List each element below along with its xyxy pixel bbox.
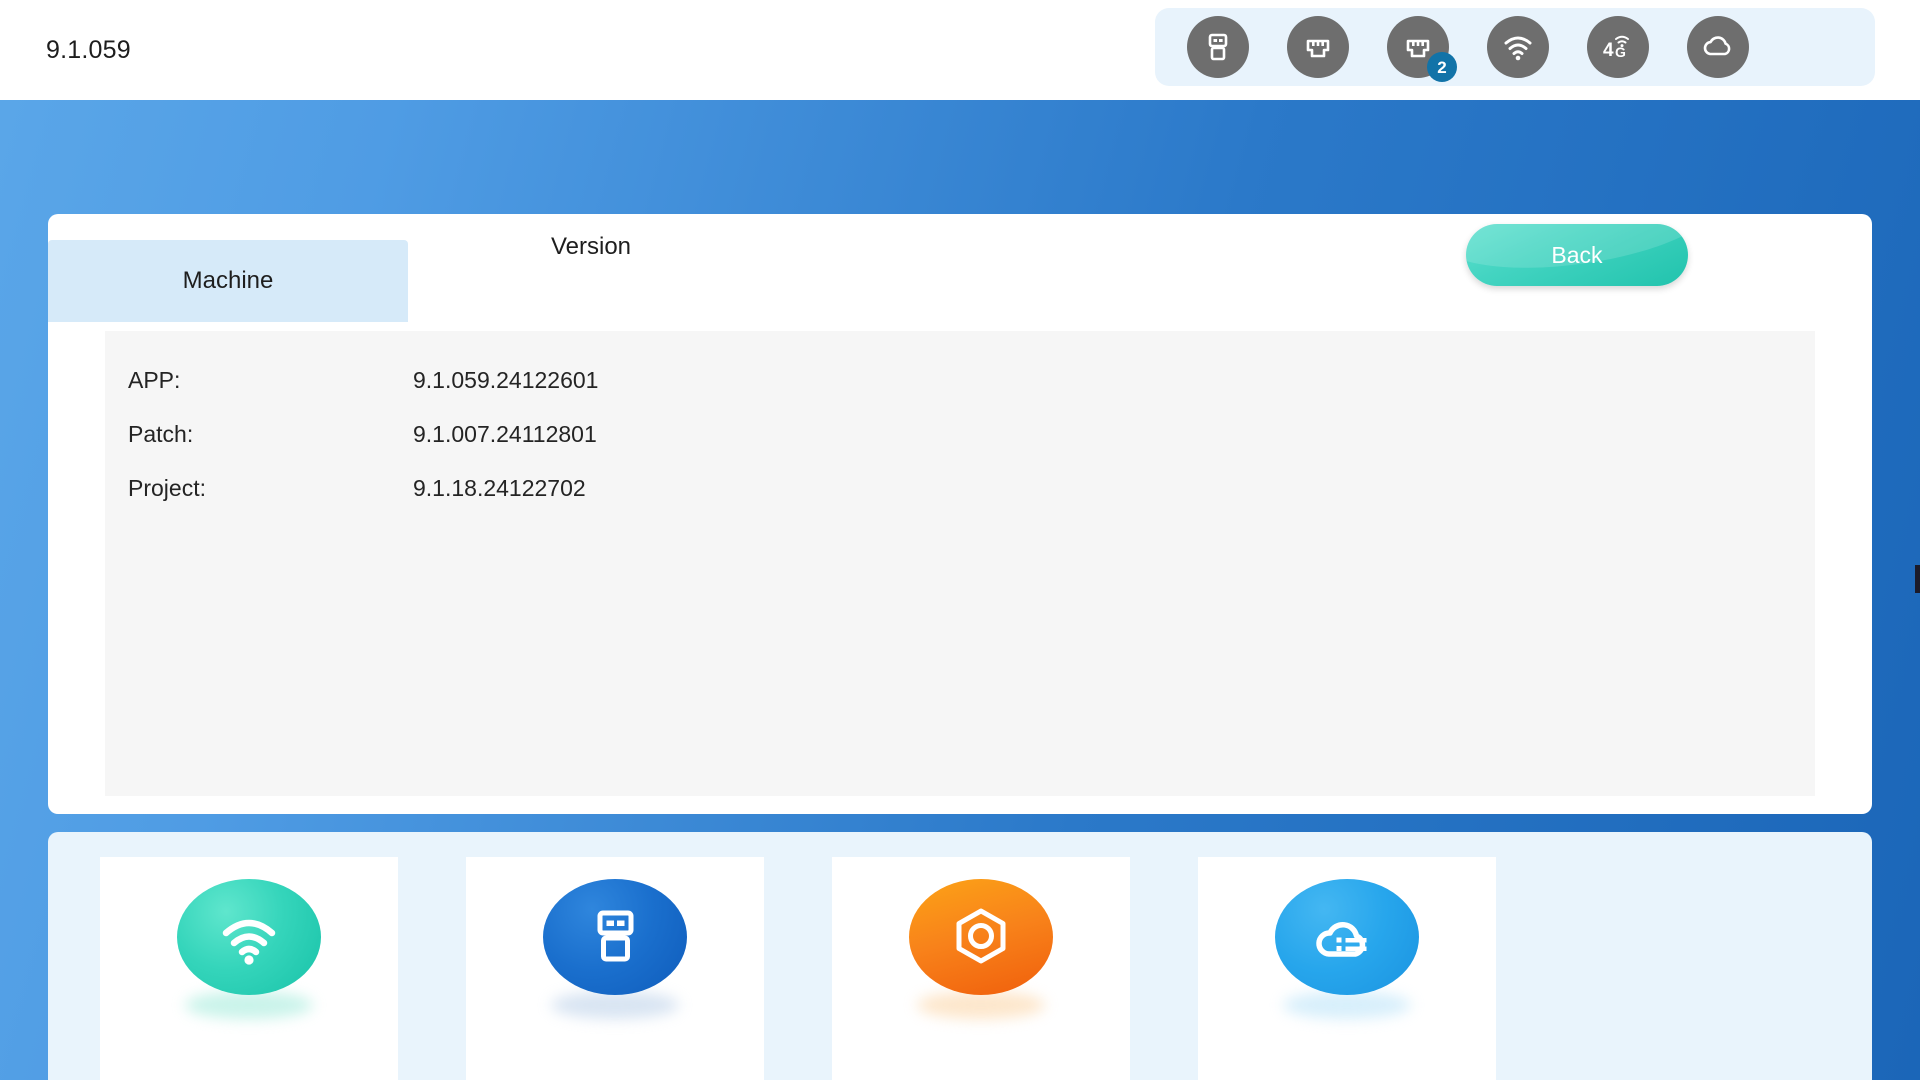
cloud-icon[interactable]: [1687, 16, 1749, 78]
nav-tile-cloud[interactable]: Cloud: [1198, 857, 1496, 1080]
usb-icon[interactable]: [1187, 16, 1249, 78]
version-info-panel: APP: 9.1.059.24122601 Patch: 9.1.007.241…: [105, 331, 1815, 796]
ethernet-2-icon[interactable]: 2: [1387, 16, 1457, 82]
version-info-rows: APP: 9.1.059.24122601 Patch: 9.1.007.241…: [128, 353, 598, 515]
info-key: APP:: [128, 366, 181, 393]
nav-tile-update[interactable]: Update: [466, 857, 764, 1080]
tab-machine-label: Machine: [182, 267, 274, 294]
network-icon-wrap: [174, 875, 324, 1019]
wifi-icon[interactable]: [1487, 16, 1549, 78]
cloud-icon-wrap: [1272, 875, 1422, 1019]
tab-machine[interactable]: Machine: [48, 240, 408, 322]
info-value: 9.1.007.24112801: [413, 420, 597, 447]
update-icon-wrap: [540, 875, 690, 1019]
info-key: Patch:: [128, 420, 194, 447]
ethernet-icon[interactable]: [1287, 16, 1349, 78]
info-value: 9.1.18.24122702: [413, 474, 586, 501]
info-row-patch: Patch: 9.1.007.24112801: [128, 407, 598, 461]
bottom-nav-panel: Network Update: [48, 832, 1872, 1080]
tab-version[interactable]: Version: [408, 217, 774, 322]
back-button[interactable]: Back: [1466, 224, 1688, 286]
top-bar: 9.1.059 2 4 G: [0, 0, 1920, 100]
svg-text:4: 4: [1603, 40, 1614, 61]
page-body: APP: 9.1.059.24122601 Patch: 9.1.007.241…: [0, 100, 1920, 1080]
tile-shadow: [551, 991, 679, 1019]
back-button-label: Back: [1551, 241, 1603, 268]
hex-nut-icon: [909, 879, 1053, 995]
nav-tile-network[interactable]: Network: [100, 857, 398, 1080]
svg-text:G: G: [1615, 44, 1626, 60]
tab-version-label: Version: [550, 233, 632, 260]
4g-icon[interactable]: 4 G: [1587, 16, 1649, 78]
tile-shadow: [917, 991, 1045, 1019]
cloud-list-icon: [1275, 879, 1419, 995]
system-icon-wrap: [906, 875, 1056, 1019]
tile-shadow: [185, 991, 313, 1019]
usb-icon: [543, 879, 687, 995]
cursor-artifact: [1915, 565, 1920, 593]
tile-shadow: [1283, 991, 1411, 1019]
info-key: Project:: [128, 474, 206, 501]
info-value: 9.1.059.24122601: [413, 366, 599, 393]
info-row-project: Project: 9.1.18.24122702: [128, 461, 598, 515]
app-version-label: 9.1.059: [46, 36, 131, 64]
info-row-app: APP: 9.1.059.24122601: [128, 353, 598, 407]
bottom-nav-tiles: Network Update: [100, 857, 1496, 1080]
status-icon-tray: 2 4 G: [1155, 8, 1875, 86]
nav-tile-system[interactable]: System: [832, 857, 1130, 1080]
wifi-icon: [177, 879, 321, 995]
ethernet-2-badge: 2: [1427, 52, 1457, 82]
